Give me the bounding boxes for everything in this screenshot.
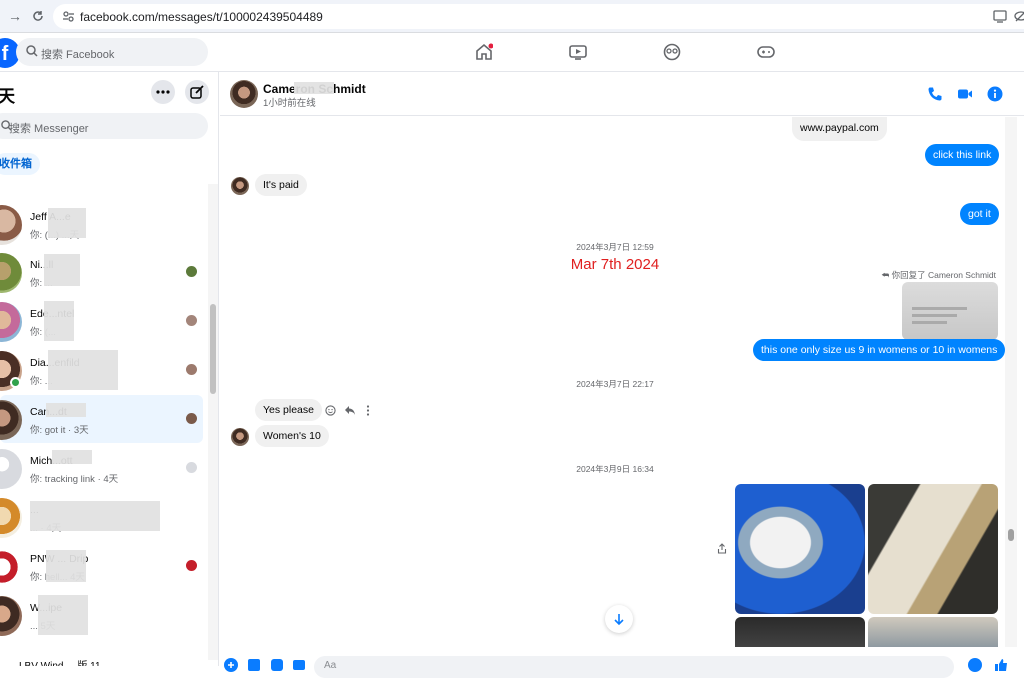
conversation-item-active[interactable]: Can...dt 你: got it · 3天 [0,395,203,443]
message-bubble-outgoing[interactable]: click this link [925,144,1000,166]
timestamp-divider: 2024年3月9日 16:34 [576,464,654,474]
facebook-search[interactable]: 搜索 Facebook [16,38,208,66]
sender-avatar [231,177,249,195]
bottom-conversation-label: LBV Wind ... 版 11 [19,657,101,666]
message-bubble-incoming[interactable]: www.paypal.com [792,117,887,141]
conversation-item[interactable]: W...ipe ... 5天 [0,591,203,639]
photo-attachment[interactable] [868,484,998,614]
read-receipt-avatar [186,462,197,473]
replied-to-label: 你回复了 Cameron Schmidt [891,270,996,280]
video-icon[interactable] [569,43,587,61]
search-icon [26,45,38,57]
home-icon[interactable] [475,43,493,61]
avatar [0,253,22,293]
avatar [0,547,22,587]
timestamp-divider: 2024年3月7日 12:59 [576,242,654,252]
avatar [0,498,22,538]
message-bubble-incoming[interactable]: Yes please [255,399,322,421]
online-indicator [10,377,21,388]
read-receipt-avatar [186,560,197,571]
conversation-item[interactable]: Ni...ll 你: ... [0,248,203,296]
react-icon[interactable] [325,405,336,416]
conversation-item[interactable]: Mich...ott 你: tracking link · 4天 [0,444,203,492]
photo-attachment[interactable] [868,617,998,647]
chat-list-panel: 天 搜索 Messenger 收件箱 Jeff A...e 你: (...) .… [0,72,219,666]
avatar [0,596,22,636]
conversation-list-scrollbar[interactable] [208,184,218,660]
message-input[interactable]: Aa [314,656,954,678]
replied-image-preview[interactable] [902,282,998,340]
plus-icon[interactable] [224,658,238,672]
read-receipt-avatar [186,315,197,326]
message-thread: www.paypal.com click this link It's paid… [220,117,1010,647]
tab-inbox[interactable]: 收件箱 [0,153,40,175]
cast-icon[interactable] [993,9,1007,23]
photo-attachment[interactable] [735,484,865,614]
scrollbar-thumb[interactable] [210,304,216,394]
message-bubble-outgoing[interactable]: this one only size us 9 in womens or 10 … [753,339,1006,361]
site-settings-icon[interactable] [62,10,75,23]
avatar [0,400,22,440]
message-thread-scrollbar[interactable] [1005,117,1017,647]
search-placeholder: 搜索 Facebook [41,49,115,61]
messenger-search-placeholder: 搜索 Messenger [9,123,89,135]
conversation-item[interactable]: ... ... · 4天 [0,493,203,541]
panel-title: 天 [0,82,15,107]
new-message-button[interactable] [185,80,209,104]
conversation-item[interactable]: Dia...enfild 你: ... [0,346,203,394]
conversation-list: Jeff A...e 你: (...) ...天 Ni...ll 你: ... … [0,184,205,666]
scroll-to-bottom-button[interactable] [605,605,633,633]
like-icon[interactable] [994,658,1008,672]
read-receipt-avatar [186,413,197,424]
conversation-item[interactable]: Ede...ntel 你: (... [0,297,203,345]
conversation-item[interactable]: PNW ... Drip 你: hell... 4天 [0,542,203,590]
contact-status: 1小时前在线 [263,98,316,109]
scrollbar-thumb[interactable] [1008,529,1014,541]
reload-icon[interactable] [32,10,44,22]
url-text: facebook.com/messages/t/100002439504489 [80,10,323,24]
hide-icon[interactable] [1014,9,1024,23]
messenger-search[interactable]: 搜索 Messenger [0,113,208,139]
reply-context: ⮪ 你回复了 Cameron Schmidt [881,269,996,281]
timestamp-divider: 2024年3月7日 22:17 [576,379,654,389]
message-bubble-incoming[interactable]: Women's 10 [255,425,329,447]
message-composer: Aa [220,650,1024,678]
groups-icon[interactable] [663,43,681,61]
info-icon[interactable] [987,86,1003,102]
read-receipt-avatar [186,266,197,277]
conversation-item[interactable]: Jeff A...e 你: (...) ...天 [0,200,203,248]
photo-attachment[interactable] [735,617,865,647]
message-bubble-outgoing[interactable]: got it [960,203,999,225]
sender-avatar [231,428,249,446]
phone-icon[interactable] [927,86,943,102]
share-icon[interactable] [717,543,727,554]
avatar [0,302,22,342]
video-call-icon[interactable] [957,86,973,102]
gallery-icon[interactable] [247,658,261,672]
browser-toolbar: → facebook.com/messages/t/10000243950448… [0,0,1024,33]
avatar [0,205,22,245]
message-bubble-incoming[interactable]: It's paid [255,174,307,196]
emoji-icon[interactable] [968,658,982,672]
gif-icon[interactable] [292,658,306,672]
more-icon [156,90,170,94]
reply-icon[interactable] [344,405,356,416]
facebook-header: f 搜索 Facebook [0,33,1024,72]
more-actions-icon[interactable] [366,405,370,416]
chat-panel: Cameron Schmidt 1小时前在线 www.paypal.com cl… [220,72,1024,678]
gaming-icon[interactable] [757,43,775,61]
reply-icon: ⮪ [881,270,892,280]
avatar [0,449,22,489]
arrow-down-icon [614,614,624,626]
sticker-icon[interactable] [270,658,284,672]
conversation-preview: 你: tracking link · 4天 [30,474,119,485]
chat-header: Cameron Schmidt 1小时前在线 [220,72,1024,116]
more-options-button[interactable] [151,80,175,104]
read-receipt-avatar [186,364,197,375]
address-bar[interactable]: facebook.com/messages/t/100002439504489 [53,4,1024,29]
forward-icon[interactable]: → [8,8,22,24]
conversation-preview: 你: got it · 3天 [30,425,89,436]
compose-icon [190,85,204,99]
contact-avatar[interactable] [230,80,258,108]
